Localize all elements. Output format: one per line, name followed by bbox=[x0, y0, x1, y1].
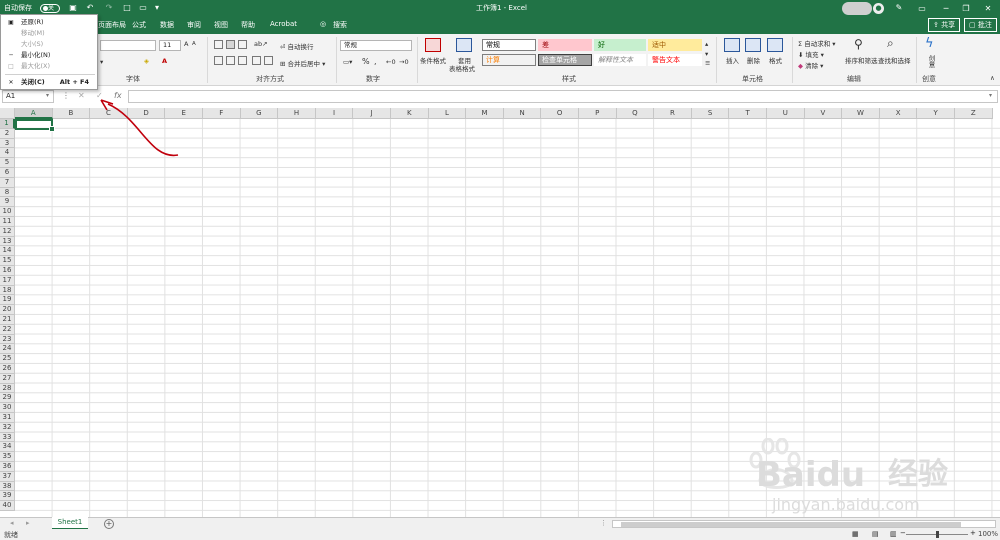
menu-item-maximize: □ 最大化(X) bbox=[1, 61, 97, 72]
minimize-icon: ─ bbox=[9, 52, 13, 59]
menu-item-label: 最大化(X) bbox=[21, 62, 51, 70]
close-icon: ✕ bbox=[8, 79, 14, 86]
menu-item-close[interactable]: ✕ 关闭(C) Alt + F4 bbox=[1, 77, 97, 88]
annotation-arrow bbox=[100, 99, 179, 157]
menu-item-minimize[interactable]: ─ 最小化(N) bbox=[1, 50, 97, 61]
menu-item-size: 大小(S) bbox=[1, 39, 97, 50]
menu-item-label: 移动(M) bbox=[21, 29, 45, 37]
menu-item-label: 大小(S) bbox=[21, 40, 44, 48]
restore-icon: ▣ bbox=[8, 19, 14, 26]
menu-item-label: 最小化(N) bbox=[21, 51, 51, 59]
menu-item-restore[interactable]: ▣ 还原(R) bbox=[1, 17, 97, 28]
menu-item-move: 移动(M) bbox=[1, 28, 97, 39]
system-menu: ▣ 还原(R) 移动(M) 大小(S) ─ 最小化(N) □ 最大化(X) ✕ … bbox=[0, 14, 98, 90]
menu-shortcut: Alt + F4 bbox=[59, 78, 89, 86]
menu-item-label: 关闭(C) bbox=[21, 78, 45, 86]
maximize-icon: □ bbox=[8, 63, 14, 70]
menu-item-label: 还原(R) bbox=[21, 18, 44, 26]
menu-separator bbox=[5, 74, 95, 75]
